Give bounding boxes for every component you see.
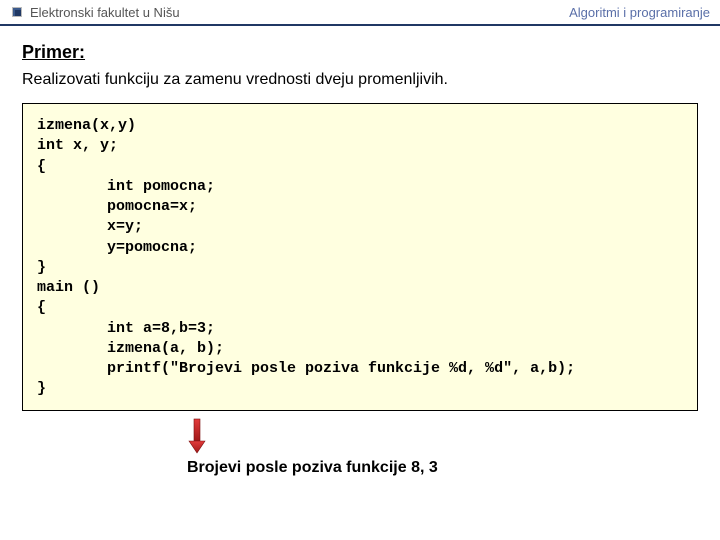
program-output: Brojevi posle poziva funkcije 8, 3 xyxy=(187,459,698,477)
code-line: } xyxy=(37,380,46,397)
arrow-down-icon xyxy=(187,417,217,455)
code-line: izmena(a, b); xyxy=(107,339,683,359)
section-title: Primer: xyxy=(22,42,698,63)
code-line: main () xyxy=(37,279,100,296)
code-line: int a=8,b=3; xyxy=(107,319,683,339)
code-line: int pomocna; xyxy=(107,177,683,197)
bullet-icon xyxy=(12,7,22,17)
institution-name: Elektronski fakultet u Nišu xyxy=(30,5,180,20)
header-left: Elektronski fakultet u Nišu xyxy=(12,5,180,20)
code-line: x=y; xyxy=(107,217,683,237)
course-name: Algoritmi i programiranje xyxy=(569,5,710,20)
slide-content: Primer: Realizovati funkciju za zamenu v… xyxy=(0,26,720,477)
code-block: izmena(x,y) int x, y; { int pomocna;pomo… xyxy=(22,103,698,411)
code-line: } xyxy=(37,259,46,276)
code-line: y=pomocna; xyxy=(107,238,683,258)
code-line: printf("Brojevi posle poziva funkcije %d… xyxy=(107,359,683,379)
code-line: pomocna=x; xyxy=(107,197,683,217)
arrow-container xyxy=(187,417,217,455)
code-line: { xyxy=(37,299,46,316)
code-line: int x, y; xyxy=(37,137,118,154)
slide-header: Elektronski fakultet u Nišu Algoritmi i … xyxy=(0,0,720,26)
code-line: izmena(x,y) xyxy=(37,117,136,134)
code-line: { xyxy=(37,158,46,175)
task-description: Realizovati funkciju za zamenu vrednosti… xyxy=(22,71,698,89)
